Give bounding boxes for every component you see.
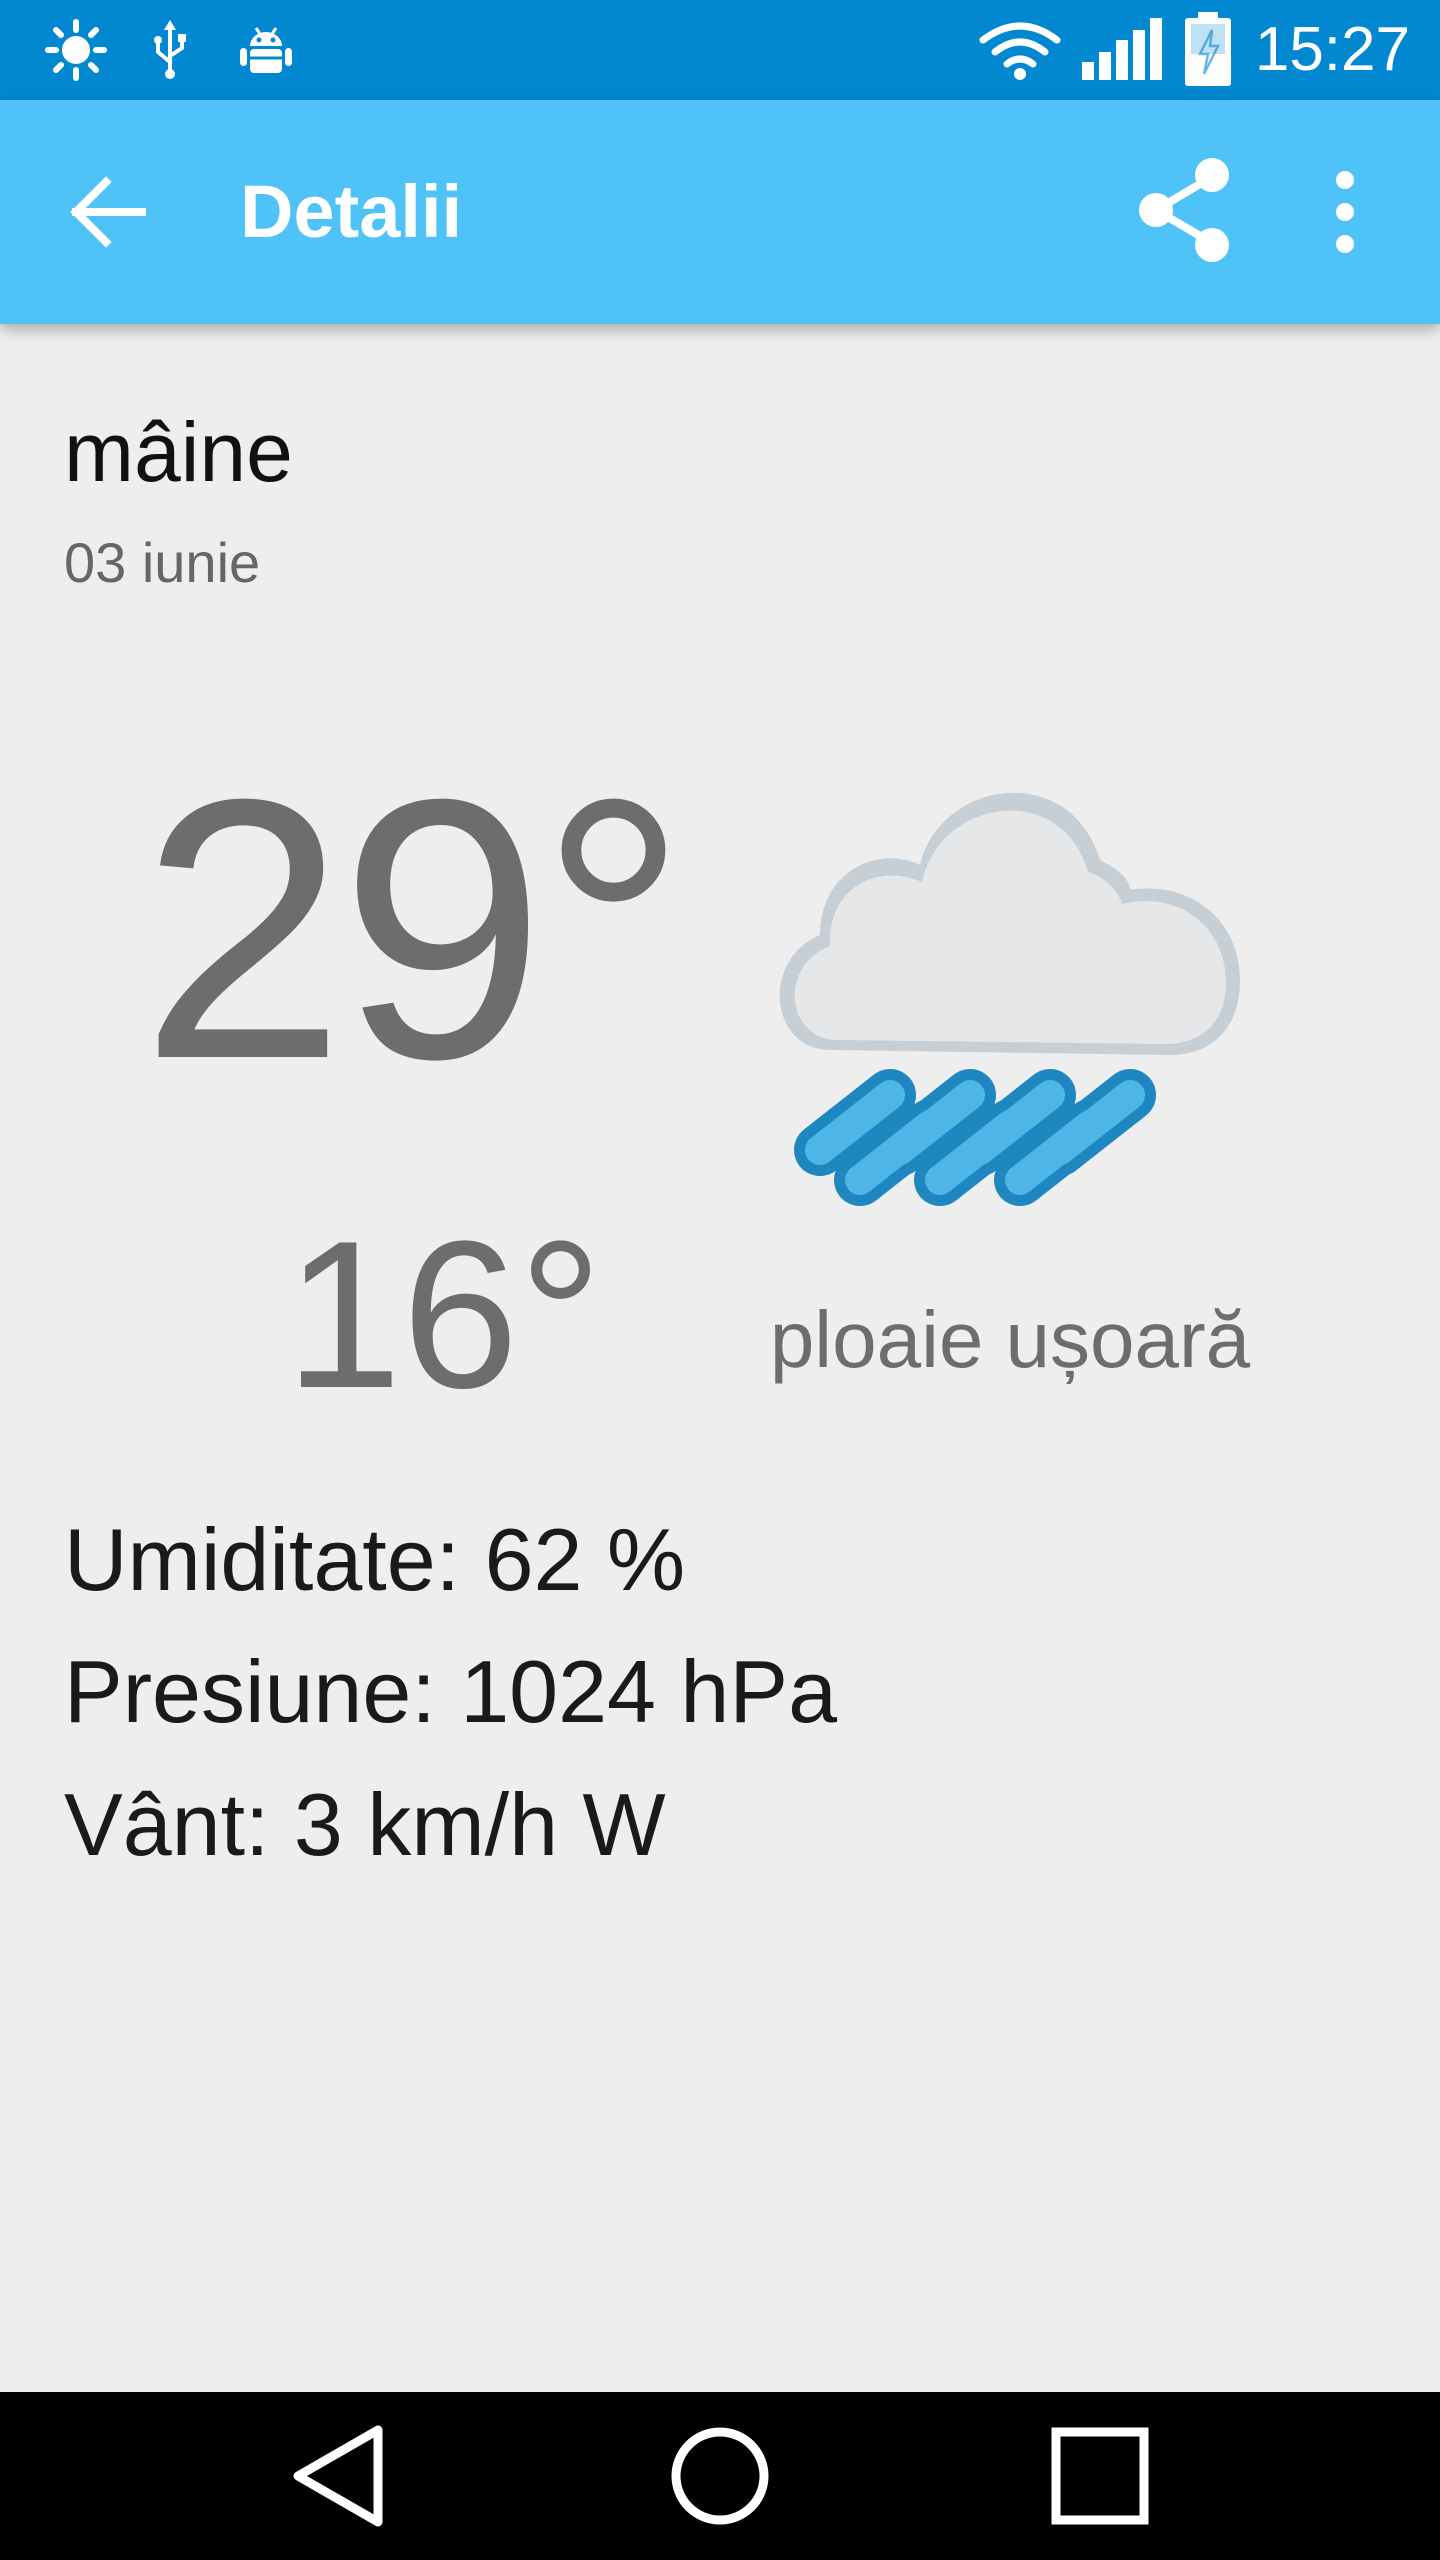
nav-back-icon[interactable] bbox=[280, 2416, 400, 2536]
pressure-value: Presiune: 1024 hPa bbox=[64, 1642, 838, 1741]
weather-condition: ploaie ușoară bbox=[769, 1295, 1251, 1384]
nav-recents-icon[interactable] bbox=[1040, 2416, 1160, 2536]
forecast-day: mâine bbox=[64, 405, 293, 499]
weather-detail-screen: 15:27 Detalii mâine 03 iunie 29° 16° plo… bbox=[0, 0, 1440, 2560]
forecast-date: 03 iunie bbox=[64, 531, 261, 594]
status-time: 15:27 bbox=[1254, 15, 1410, 84]
usb-icon bbox=[154, 20, 186, 79]
temp-high: 29° bbox=[140, 723, 688, 1136]
signal-icon bbox=[1082, 18, 1162, 80]
humidity-value: Umiditate: 62 % bbox=[64, 1510, 686, 1609]
page-title: Detalii bbox=[240, 170, 463, 253]
wind-value: Vânt: 3 km/h W bbox=[64, 1775, 666, 1874]
more-vert-icon[interactable] bbox=[1310, 162, 1380, 262]
wifi-icon bbox=[979, 22, 1061, 80]
light-rain-icon bbox=[779, 792, 1240, 1206]
share-icon[interactable] bbox=[1130, 155, 1240, 265]
app-bar: Detalii bbox=[0, 100, 1440, 324]
temp-low: 16° bbox=[285, 1197, 603, 1432]
brightness-icon bbox=[45, 19, 107, 81]
nav-home-icon[interactable] bbox=[660, 2416, 780, 2536]
arrow-back-icon[interactable] bbox=[60, 162, 160, 262]
navigation-bar bbox=[0, 2392, 1440, 2560]
status-bar: 15:27 bbox=[0, 0, 1440, 100]
android-debug-icon bbox=[240, 27, 292, 73]
battery-charging-icon bbox=[1185, 12, 1231, 86]
